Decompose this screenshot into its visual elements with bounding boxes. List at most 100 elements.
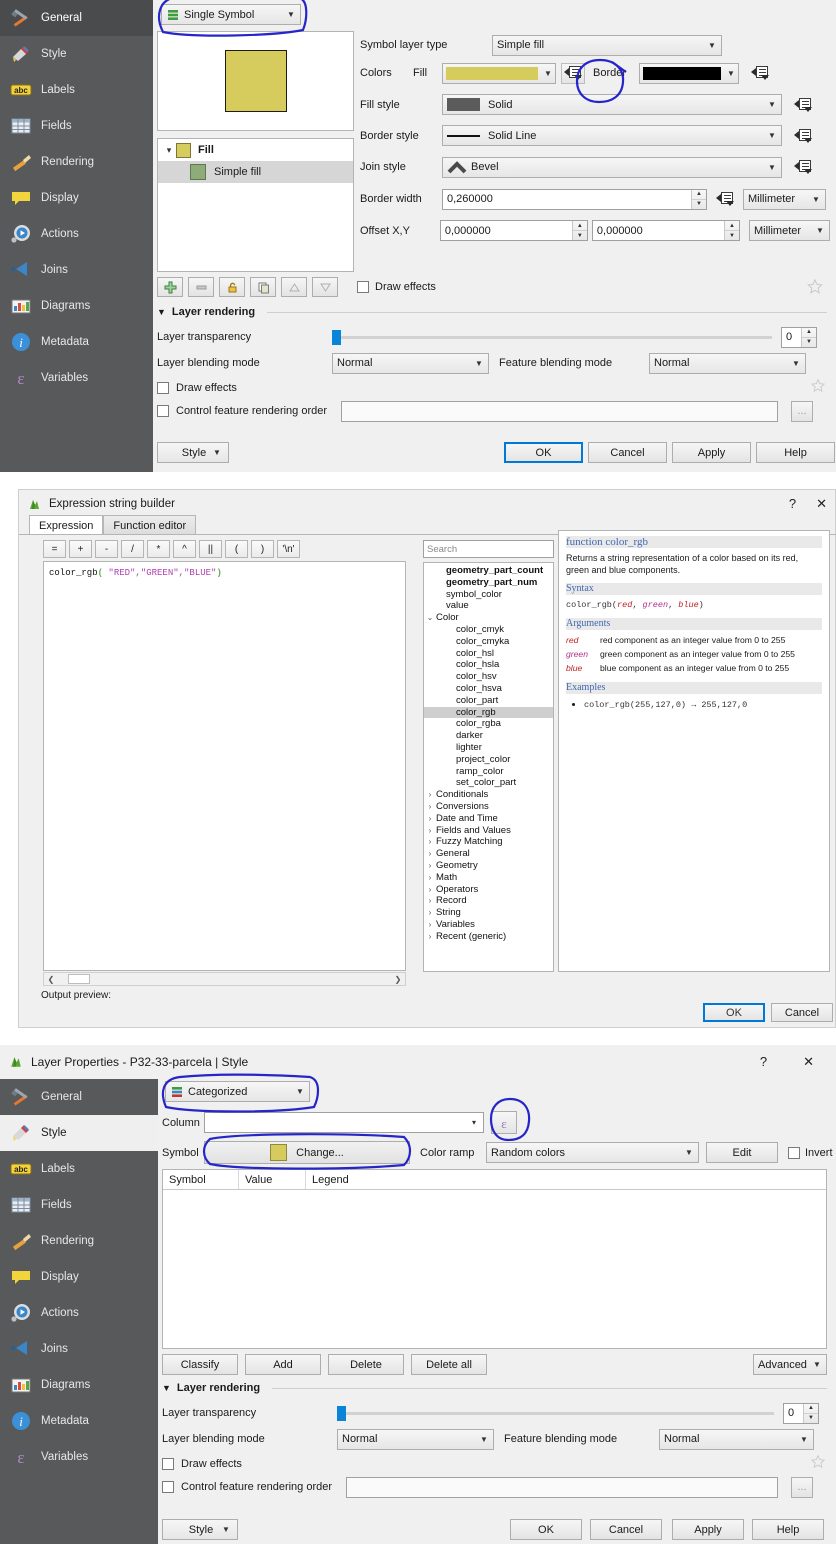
expression-cancel-button[interactable]: Cancel [771, 1003, 833, 1022]
expression-ok-button[interactable]: OK [703, 1003, 765, 1022]
spinner-buttons[interactable]: ▲ ▼ [571, 221, 587, 240]
join-style-data-defined-button[interactable] [791, 157, 815, 178]
sidebar-item-labels[interactable]: abc Labels [0, 1151, 158, 1187]
advanced-menu-button[interactable]: Advanced ▼ [753, 1354, 827, 1375]
draw-effects-settings-button[interactable] [805, 277, 827, 297]
chevron-right-icon[interactable]: › [424, 789, 436, 801]
sidebar-item-diagrams[interactable]: Diagrams [0, 1367, 158, 1403]
sidebar-item-fields[interactable]: Fields [0, 108, 153, 144]
sidebar-item-style[interactable]: Style [0, 1115, 158, 1151]
sidebar-item-actions[interactable]: Actions [0, 1295, 158, 1331]
draw-effects-checkbox[interactable] [357, 281, 369, 293]
operator-button-paren-open[interactable]: ( [225, 540, 248, 558]
function-tree-item[interactable]: › Recent (generic) [424, 931, 553, 943]
function-tree-item[interactable]: set_color_part [424, 777, 553, 789]
layer-transparency-input[interactable]: 0 ▲ ▼ [783, 1402, 819, 1424]
edit-color-ramp-button[interactable]: Edit [706, 1142, 778, 1163]
spinner-buttons[interactable]: ▲ ▼ [723, 221, 739, 240]
cancel-button[interactable]: Cancel [588, 442, 667, 463]
control-feature-rendering-order-input[interactable] [346, 1476, 778, 1498]
feature-blending-mode-combo[interactable]: Normal ▼ [659, 1428, 814, 1450]
chevron-right-icon[interactable]: › [424, 848, 436, 860]
color-ramp-combo[interactable]: Random colors ▼ [486, 1142, 699, 1163]
function-tree-item[interactable]: › Geometry [424, 860, 553, 872]
help-icon-button[interactable]: ? [789, 496, 796, 512]
chevron-right-icon[interactable]: › [424, 931, 436, 943]
function-tree-item[interactable]: color_hsla [424, 659, 553, 671]
border-color-data-defined-button[interactable] [748, 63, 772, 84]
operator-button-newline[interactable]: '\n' [277, 540, 300, 558]
layer-blending-mode-combo[interactable]: Normal ▼ [332, 352, 489, 374]
border-width-input[interactable]: 0,260000 ▲ ▼ [442, 188, 707, 210]
layer-draw-effects-checkbox[interactable] [162, 1457, 174, 1470]
draw-effects-settings-button[interactable] [809, 1453, 827, 1474]
close-icon[interactable]: ✕ [816, 496, 827, 512]
function-tree-item[interactable]: › Fuzzy Matching [424, 836, 553, 848]
renderer-type-combo[interactable]: Single Symbol ▼ [161, 4, 301, 25]
ok-button[interactable]: OK [504, 442, 583, 463]
function-tree-item[interactable]: › Date and Time [424, 813, 553, 825]
function-tree-item[interactable]: › Conversions [424, 801, 553, 813]
tree-item-fill[interactable]: ▾ Fill [158, 139, 353, 161]
layer-transparency-slider[interactable] [332, 329, 772, 345]
slider-handle[interactable] [337, 1406, 346, 1421]
apply-button[interactable]: Apply [672, 1519, 744, 1540]
scrollbar-thumb[interactable] [68, 974, 90, 984]
function-tree-item[interactable]: color_part [424, 695, 553, 707]
chevron-right-icon[interactable]: › [424, 836, 436, 848]
help-button[interactable]: Help [756, 442, 835, 463]
sidebar-item-metadata[interactable]: i Metadata [0, 1403, 158, 1439]
function-tree-item[interactable]: color_cmyk [424, 624, 553, 636]
ok-button[interactable]: OK [510, 1519, 582, 1540]
function-tree-item[interactable]: color_hsv [424, 671, 553, 683]
lock-layer-button[interactable] [219, 277, 245, 297]
style-menu-button[interactable]: Style ▼ [157, 442, 229, 463]
help-icon-button[interactable]: ? [760, 1054, 767, 1070]
sidebar-item-style[interactable]: Style [0, 36, 153, 72]
function-tree-item[interactable]: › Fields and Values [424, 825, 553, 837]
help-button[interactable]: Help [752, 1519, 824, 1540]
fill-style-data-defined-button[interactable] [791, 94, 815, 115]
operator-button-plus[interactable]: + [69, 540, 92, 558]
chevron-right-icon[interactable]: › [424, 813, 436, 825]
operator-button-multiply[interactable]: * [147, 540, 170, 558]
spinner-buttons[interactable]: ▲ ▼ [803, 1403, 818, 1423]
function-tree-item[interactable]: ⌄ Color [424, 612, 553, 624]
sidebar-item-variables[interactable]: ε Variables [0, 360, 153, 396]
layer-transparency-slider[interactable] [337, 1405, 774, 1421]
slider-handle[interactable] [332, 330, 341, 345]
sidebar-item-general[interactable]: General [0, 1079, 158, 1115]
function-tree-item[interactable]: › String [424, 907, 553, 919]
function-tree-item[interactable]: › Record [424, 895, 553, 907]
chevron-right-icon[interactable]: › [424, 860, 436, 872]
scroll-left-icon[interactable]: ❮ [44, 975, 58, 984]
operator-button-equals[interactable]: = [43, 540, 66, 558]
sidebar-item-variables[interactable]: ε Variables [0, 1439, 158, 1475]
chevron-right-icon[interactable]: › [424, 895, 436, 907]
move-layer-up-button[interactable] [281, 277, 307, 297]
function-tree-item[interactable]: › Operators [424, 884, 553, 896]
border-style-combo[interactable]: Solid Line ▼ [442, 125, 782, 146]
operator-button-paren-close[interactable]: ) [251, 540, 274, 558]
tab-expression[interactable]: Expression [29, 515, 104, 535]
spinner-buttons[interactable]: ▲ ▼ [801, 327, 816, 347]
control-order-browse-button[interactable]: ... [791, 400, 813, 422]
categories-table[interactable]: Symbol Value Legend [162, 1169, 827, 1349]
tab-function-editor[interactable]: Function editor [103, 515, 197, 535]
function-tree-item[interactable]: color_rgb [424, 706, 553, 719]
layer-blending-mode-combo[interactable]: Normal ▼ [337, 1428, 494, 1450]
offset-x-input[interactable]: 0,000000 ▲ ▼ [439, 220, 588, 241]
sidebar-item-labels[interactable]: abc Labels [0, 72, 153, 108]
fill-color-data-defined-button[interactable] [561, 62, 585, 84]
chevron-right-icon[interactable]: › [424, 907, 436, 919]
function-tree-item[interactable]: color_cmyka [424, 636, 553, 648]
function-tree-item[interactable]: geometry_part_count [424, 565, 553, 577]
chevron-down-icon[interactable]: ▼ [157, 307, 166, 317]
layer-transparency-input[interactable]: 0 ▲ ▼ [781, 326, 817, 348]
layer-draw-effects-checkbox[interactable] [157, 381, 169, 394]
expression-editor-hscrollbar[interactable]: ❮ ❯ [43, 972, 406, 986]
scroll-right-icon[interactable]: ❯ [391, 975, 405, 984]
function-tree-item[interactable]: › General [424, 848, 553, 860]
symbol-layer-type-combo[interactable]: Simple fill ▼ [492, 34, 722, 56]
chevron-right-icon[interactable]: › [424, 919, 436, 931]
